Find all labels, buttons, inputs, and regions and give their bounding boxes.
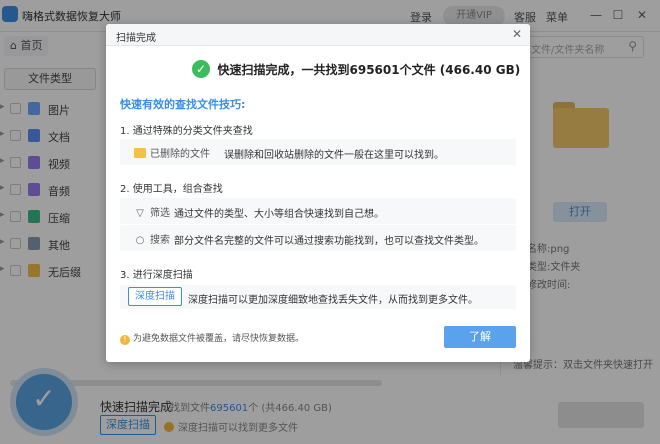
filter-row: ▽ 筛选 通过文件的类型、大小等组合快速找到自己想。 [120, 198, 516, 224]
dialog-header: 扫描完成 ✕ [106, 24, 530, 46]
success-text: 快速扫描完成，一共找到695601个文件 (466.40 GB) [217, 62, 521, 77]
tip-section-2: 2. 使用工具，组合查找 [120, 184, 223, 195]
check-circle-icon: ✓ [192, 60, 210, 78]
scan-complete-dialog: 扫描完成 ✕ ✓ 快速扫描完成，一共找到695601个文件 (466.40 GB… [106, 24, 530, 362]
search-desc: 部分文件名完整的文件可以通过搜索功能找到，也可以查找文件类型。 [174, 236, 484, 247]
deep-scan-row: 深度扫描 深度扫描可以更加深度细致地查找丢失文件，从而找到更多文件。 [120, 285, 516, 309]
search-label[interactable]: ○ 搜索 [134, 231, 170, 246]
folder-icon [134, 148, 146, 158]
search-icon: ○ [135, 235, 145, 246]
dialog-deep-scan-button[interactable]: 深度扫描 [128, 287, 182, 306]
filter-label[interactable]: ▽ 筛选 [134, 204, 170, 219]
tip-section-3: 3. 进行深度扫描 [120, 270, 193, 281]
tip-section-1: 1. 通过特殊的分类文件夹查找 [120, 126, 253, 137]
understand-button[interactable]: 了解 [444, 326, 516, 348]
deep-scan-desc: 深度扫描可以更加深度细致地查找丢失文件，从而找到更多文件。 [188, 295, 478, 306]
filter-desc: 通过文件的类型、大小等组合快速找到自己想。 [174, 209, 384, 220]
dialog-title: 扫描完成 [116, 33, 156, 44]
close-icon[interactable]: ✕ [512, 27, 522, 41]
filter-icon: ▽ [136, 208, 144, 219]
warning-icon: ! [120, 335, 130, 345]
search-row: ○ 搜索 部分文件名完整的文件可以通过搜索功能找到，也可以查找文件类型。 [120, 225, 516, 251]
tips-heading: 快速有效的查找文件技巧: [120, 98, 246, 111]
deleted-files-label[interactable]: 已删除的文件 [134, 145, 210, 160]
deleted-files-desc: 误删除和回收站删除的文件一般在这里可以找到。 [224, 150, 444, 161]
success-message: ✓ 快速扫描完成，一共找到695601个文件 (466.40 GB) [192, 60, 520, 80]
overwrite-warning: ! 为避免数据文件被覆盖，请尽快恢复数据。 [120, 331, 304, 345]
deleted-files-row: 已删除的文件 误删除和回收站删除的文件一般在这里可以找到。 [120, 139, 516, 165]
